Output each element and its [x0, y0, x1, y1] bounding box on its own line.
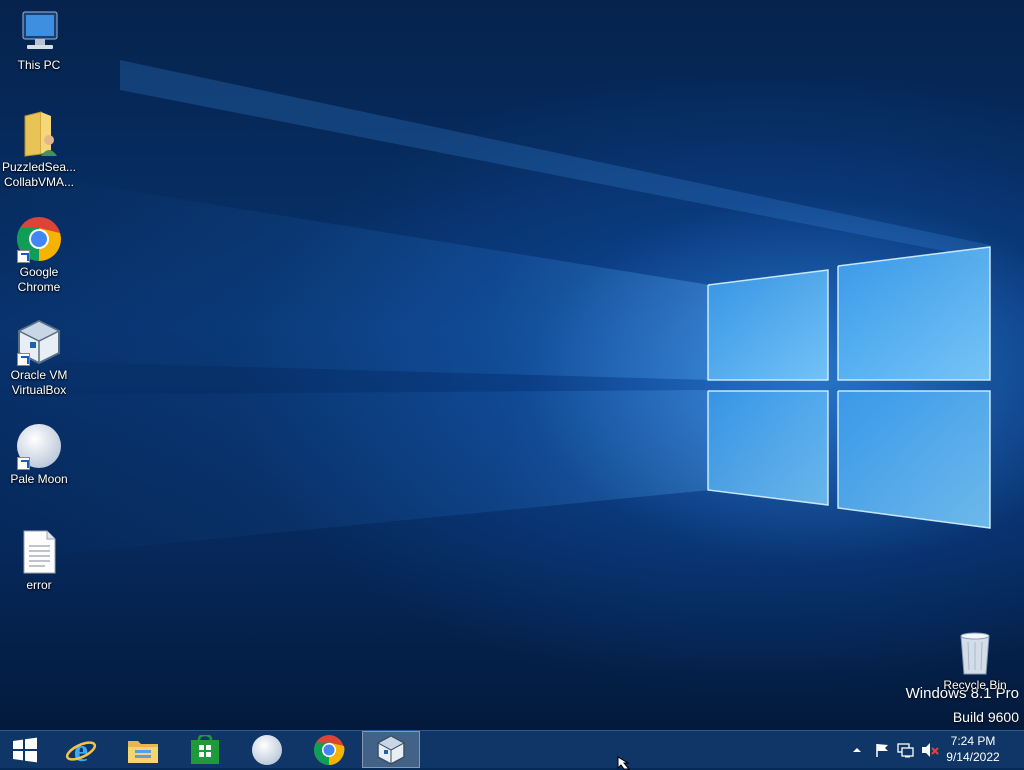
user-folder-icon — [15, 110, 63, 158]
desktop-icon-label: Pale Moon — [10, 472, 68, 486]
desktop-icon-label: PuzzledSea... CollabVMA... — [1, 160, 77, 189]
show-hidden-icons-button[interactable] — [850, 731, 864, 768]
computer-icon — [15, 8, 63, 56]
desktop-icon-label: Oracle VM VirtualBox — [10, 368, 68, 397]
taskbar-pale-moon[interactable] — [238, 731, 296, 768]
clock-date: 9/14/2022 — [946, 750, 1000, 764]
chrome-icon — [15, 215, 63, 263]
desktop-icon-label: error — [26, 578, 52, 592]
desktop-icon-label: Google Chrome — [17, 265, 61, 294]
virtualbox-icon — [15, 318, 63, 366]
windows-start-icon — [13, 737, 37, 762]
start-button[interactable] — [0, 731, 50, 768]
desktop-wallpaper: This PC PuzzledSea... CollabVMA... Googl… — [0, 0, 1024, 730]
action-center-flag-icon — [876, 743, 888, 757]
pale-moon-icon — [252, 734, 282, 765]
action-center-button[interactable] — [874, 731, 890, 768]
taskbar-virtualbox[interactable] — [362, 731, 420, 768]
taskbar: e 7:24 PM 9/14/2022 — [0, 730, 1024, 768]
internet-explorer-icon: e — [65, 734, 97, 766]
file-explorer-icon — [128, 740, 158, 763]
desktop-icon-recycle-bin[interactable]: Recycle Bin — [937, 630, 1013, 693]
windows-logo-light — [0, 60, 991, 560]
shortcut-arrow-icon — [17, 250, 30, 263]
network-button[interactable] — [897, 731, 915, 768]
desktop-icon-error-file[interactable]: error — [1, 528, 77, 593]
desktop-icon-user-folder[interactable]: PuzzledSea... CollabVMA... — [1, 110, 77, 190]
desktop-icon-google-chrome[interactable]: Google Chrome — [1, 215, 77, 295]
desktop-icon-virtualbox[interactable]: Oracle VM VirtualBox — [1, 318, 77, 398]
taskbar-internet-explorer[interactable]: e — [52, 731, 110, 768]
volume-muted-icon — [922, 742, 939, 757]
network-icon — [897, 742, 914, 757]
volume-button[interactable] — [921, 731, 939, 768]
show-hidden-icons-icon — [853, 747, 861, 752]
svg-text:e: e — [74, 734, 88, 766]
desktop-icon-pale-moon[interactable]: Pale Moon — [1, 422, 77, 487]
text-document-icon — [15, 528, 63, 576]
recycle-bin-icon — [951, 630, 999, 676]
taskbar-google-chrome[interactable] — [300, 731, 358, 768]
taskbar-file-explorer[interactable] — [114, 731, 172, 768]
virtualbox-icon — [376, 734, 406, 765]
windows-build-watermark: Build 9600 — [952, 709, 1019, 725]
clock-time: 7:24 PM — [950, 734, 996, 748]
shortcut-arrow-icon — [17, 353, 30, 366]
store-icon — [191, 734, 219, 764]
taskbar-store[interactable] — [176, 731, 234, 768]
chrome-icon — [313, 734, 345, 765]
taskbar-clock[interactable]: 7:24 PM 9/14/2022 — [938, 733, 1008, 765]
shortcut-arrow-icon — [17, 457, 30, 470]
desktop-icon-label: This PC — [17, 58, 61, 72]
pale-moon-icon — [15, 422, 63, 470]
desktop-icon-label: Recycle Bin — [943, 678, 1007, 692]
desktop-icon-this-pc[interactable]: This PC — [1, 8, 77, 73]
